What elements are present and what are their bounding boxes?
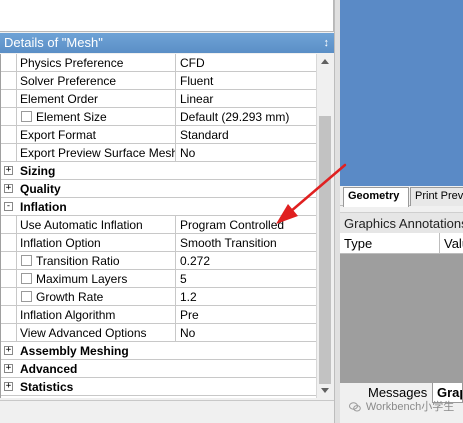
property-row[interactable]: Solver Preference Fluent: [1, 72, 316, 90]
property-value[interactable]: Default (29.293 mm): [177, 108, 316, 126]
property-label: Growth Rate: [19, 288, 176, 306]
group-label: Assembly Meshing: [20, 344, 129, 358]
group-assembly-meshing[interactable]: + Assembly Meshing: [1, 342, 316, 360]
group-label: Inflation: [20, 200, 67, 214]
property-row[interactable]: Export Preview Surface Mesh No: [1, 144, 316, 162]
property-label: Inflation Option: [19, 234, 176, 252]
property-label: Element Order: [19, 90, 176, 108]
property-label: Physics Preference: [19, 54, 176, 72]
property-label: Transition Ratio: [19, 252, 176, 270]
parameter-checkbox[interactable]: [21, 255, 32, 266]
scroll-down-icon[interactable]: [321, 388, 329, 393]
parameter-checkbox[interactable]: [21, 111, 32, 122]
property-value[interactable]: Fluent: [177, 72, 316, 90]
tab-geometry[interactable]: Geometry: [343, 187, 409, 207]
pin-icon[interactable]: ↕: [324, 33, 330, 53]
scroll-thumb[interactable]: [319, 116, 331, 384]
parameter-checkbox[interactable]: [21, 291, 32, 302]
details-scrollbar[interactable]: [316, 54, 333, 398]
group-advanced[interactable]: + Advanced: [1, 360, 316, 378]
expand-icon[interactable]: +: [4, 364, 13, 373]
property-label: Inflation Algorithm: [19, 306, 176, 324]
group-label: Sizing: [20, 164, 56, 178]
property-label: Solver Preference: [19, 72, 176, 90]
property-value[interactable]: 5: [177, 270, 316, 288]
property-row[interactable]: Element Order Linear: [1, 90, 316, 108]
property-label: Export Format: [19, 126, 176, 144]
property-value[interactable]: No: [177, 324, 316, 342]
group-label: Advanced: [20, 362, 78, 376]
collapse-icon[interactable]: -: [4, 202, 13, 211]
property-row[interactable]: Use Automatic Inflation Program Controll…: [1, 216, 316, 234]
details-panel-header: Details of "Mesh" ↕: [0, 33, 334, 53]
property-value[interactable]: Smooth Transition: [177, 234, 316, 252]
property-value[interactable]: 0.272: [177, 252, 316, 270]
right-pane: Geometry Print Preview Graphics Annotati…: [340, 0, 463, 423]
expand-icon[interactable]: +: [4, 382, 13, 391]
property-row[interactable]: Physics Preference CFD: [1, 54, 316, 72]
property-row[interactable]: Inflation Algorithm Pre: [1, 306, 316, 324]
property-label: Export Preview Surface Mesh: [20, 144, 176, 162]
property-row[interactable]: Element Size Default (29.293 mm): [1, 108, 316, 126]
column-type[interactable]: Type: [340, 233, 440, 254]
watermark-text: Workbench小学生: [365, 401, 455, 413]
property-row[interactable]: Growth Rate 1.2: [1, 288, 316, 306]
details-grid: Physics Preference CFD Solver Preference…: [0, 54, 316, 398]
parameter-checkbox[interactable]: [21, 273, 32, 284]
expand-icon[interactable]: +: [4, 166, 13, 175]
property-row[interactable]: View Advanced Options No: [1, 324, 316, 342]
property-value[interactable]: Program Controlled: [177, 216, 316, 234]
property-row[interactable]: Inflation Option Smooth Transition: [1, 234, 316, 252]
wechat-icon: [348, 402, 361, 412]
property-row[interactable]: Export Format Standard: [1, 126, 316, 144]
property-value[interactable]: CFD: [177, 54, 316, 72]
graphics-viewport[interactable]: [340, 0, 463, 186]
annotations-columns: Type Value: [340, 233, 463, 254]
property-value[interactable]: Standard: [177, 126, 316, 144]
expand-icon[interactable]: +: [4, 346, 13, 355]
status-strip: [0, 400, 334, 423]
annotations-title: Graphics Annotations: [340, 212, 463, 233]
property-row[interactable]: Transition Ratio 0.272: [1, 252, 316, 270]
group-quality[interactable]: + Quality: [1, 180, 316, 198]
tab-print-preview[interactable]: Print Preview: [410, 187, 463, 206]
property-value[interactable]: Linear: [177, 90, 316, 108]
group-inflation[interactable]: - Inflation: [1, 198, 316, 216]
group-label: Quality: [20, 182, 61, 196]
group-sizing[interactable]: + Sizing: [1, 162, 316, 180]
view-tabbar: Geometry Print Preview: [340, 186, 463, 207]
annotations-table: Type Value: [340, 233, 463, 383]
details-title: Details of "Mesh": [4, 35, 103, 50]
property-label: Maximum Layers: [19, 270, 176, 288]
property-label: Element Size: [19, 108, 176, 126]
property-label: Use Automatic Inflation: [19, 216, 176, 234]
property-row[interactable]: Maximum Layers 5: [1, 270, 316, 288]
property-value[interactable]: No: [177, 144, 316, 162]
left-pane: Details of "Mesh" ↕ Physics Preference C…: [0, 0, 338, 423]
group-label: Statistics: [20, 380, 74, 394]
group-statistics[interactable]: + Statistics: [1, 378, 316, 396]
watermark: Workbench小学生: [340, 398, 463, 416]
expand-icon[interactable]: +: [4, 184, 13, 193]
property-value[interactable]: Pre: [177, 306, 316, 324]
column-value[interactable]: Value: [440, 233, 463, 254]
outline-tree[interactable]: [0, 0, 334, 32]
scroll-up-icon[interactable]: [321, 59, 329, 64]
property-value[interactable]: 1.2: [177, 288, 316, 306]
property-label: View Advanced Options: [19, 324, 176, 342]
